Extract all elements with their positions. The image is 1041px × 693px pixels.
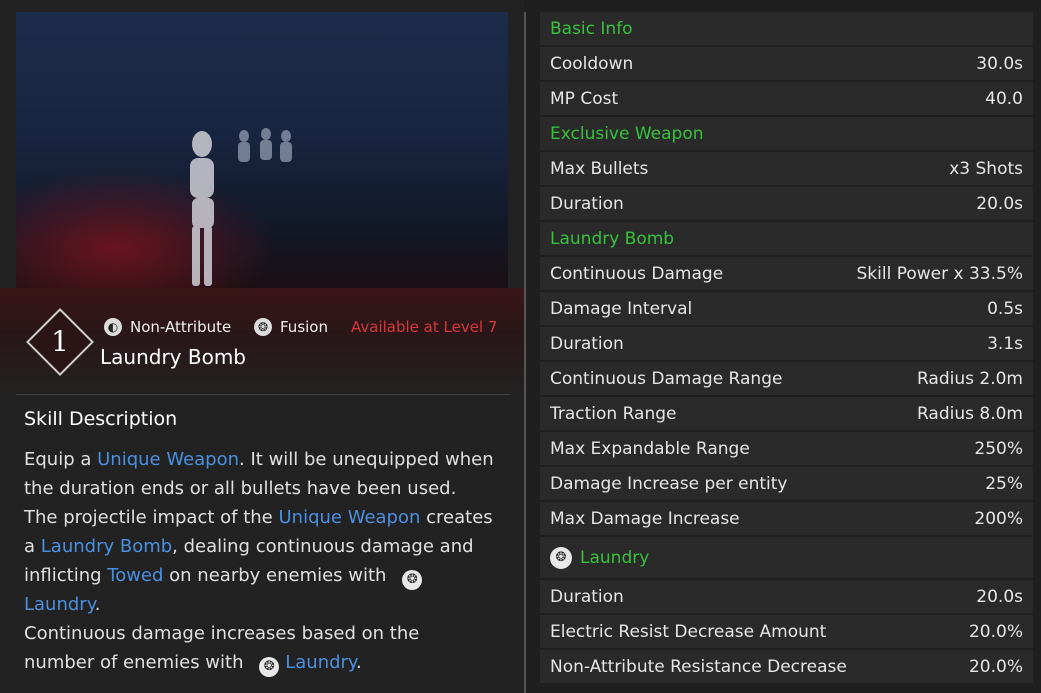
- stat-value: 20.0s: [976, 193, 1023, 214]
- desc-text: .: [356, 652, 362, 673]
- type-label: Fusion: [280, 318, 328, 336]
- stats-panel: Basic Info Cooldown 30.0s MP Cost 40.0 Exc…: [540, 12, 1033, 685]
- stat-value: 3.1s: [987, 333, 1023, 354]
- desc-text: Equip a: [24, 449, 98, 470]
- stat-row: Continuous Damage Range Radius 2.0m: [540, 362, 1033, 395]
- stat-value: Skill Power x 33.5%: [856, 263, 1023, 284]
- availability-label: Available at Level 7: [351, 318, 498, 336]
- preview-scene: [190, 128, 292, 286]
- keyword-laundry-bomb[interactable]: Laundry Bomb: [41, 536, 172, 557]
- level-number: 1: [51, 325, 69, 358]
- section-label: Laundry: [580, 547, 650, 568]
- stat-label: Continuous Damage Range: [550, 368, 783, 389]
- fusion-icon: ❂: [254, 318, 272, 336]
- keyword-laundry[interactable]: Laundry: [24, 594, 95, 615]
- desc-text: on nearby enemies with: [163, 565, 393, 586]
- laundry-icon: ❂: [550, 546, 572, 569]
- stat-label: Non-Attribute Resistance Decrease: [550, 656, 847, 677]
- stat-value: 200%: [974, 508, 1023, 529]
- stat-value: 250%: [974, 438, 1023, 459]
- panel-separator: [524, 12, 526, 693]
- stat-value: 40.0: [985, 88, 1023, 109]
- divider: [16, 394, 510, 395]
- stat-value: Radius 2.0m: [916, 368, 1023, 389]
- keyword-unique-weapon[interactable]: Unique Weapon: [278, 507, 420, 528]
- laundry-icon: ❂: [259, 657, 280, 677]
- stat-row: MP Cost 40.0: [540, 82, 1033, 115]
- type-tag: ❂ Fusion: [254, 316, 328, 338]
- description-title: Skill Description: [24, 408, 178, 430]
- stat-value: 30.0s: [976, 53, 1023, 74]
- stat-row: Damage Interval 0.5s: [540, 292, 1033, 325]
- stat-row: Max Damage Increase 200%: [540, 502, 1033, 535]
- stat-label: Damage Increase per entity: [550, 473, 788, 494]
- stat-label: Max Damage Increase: [550, 508, 740, 529]
- stat-label: Duration: [550, 586, 624, 607]
- stat-row: Electric Resist Decrease Amount 20.0%: [540, 615, 1033, 648]
- section-label: Exclusive Weapon: [550, 123, 704, 144]
- stat-value: 20.0s: [976, 586, 1023, 607]
- stat-label: Traction Range: [550, 403, 677, 424]
- stat-label: Electric Resist Decrease Amount: [550, 621, 827, 642]
- keyword-laundry[interactable]: Laundry: [285, 652, 356, 673]
- stat-label: Max Expandable Range: [550, 438, 750, 459]
- stat-label: MP Cost: [550, 88, 619, 109]
- stat-value: 20.0%: [968, 621, 1023, 642]
- skill-detail-panel: 1 ◐ Non-Attribute ❂ Fusion Available at …: [0, 0, 524, 693]
- stat-row: Duration 20.0s: [540, 580, 1033, 613]
- stat-row: Duration 3.1s: [540, 327, 1033, 360]
- attribute-label: Non-Attribute: [130, 318, 232, 336]
- stat-value: Radius 8.0m: [916, 403, 1023, 424]
- stat-label: Max Bullets: [550, 158, 649, 179]
- stat-label: Duration: [550, 193, 624, 214]
- stat-value: 25%: [985, 473, 1023, 494]
- stat-row: Damage Increase per entity 25%: [540, 467, 1033, 500]
- stat-label: Duration: [550, 333, 624, 354]
- stat-label: Damage Interval: [550, 298, 693, 319]
- keyword-unique-weapon[interactable]: Unique Weapon: [97, 449, 239, 470]
- section-laundry-bomb: Laundry Bomb: [540, 222, 1033, 255]
- stat-value: x3 Shots: [949, 158, 1023, 179]
- laundry-icon: ❂: [402, 570, 423, 590]
- stat-row: Continuous Damage Skill Power x 33.5%: [540, 257, 1033, 290]
- skill-description: Equip a Unique Weapon. It will be unequi…: [24, 445, 494, 677]
- stat-row: Traction Range Radius 8.0m: [540, 397, 1033, 430]
- stat-value: 20.0%: [968, 656, 1023, 677]
- keyword-towed[interactable]: Towed: [107, 565, 163, 586]
- stat-row: Max Bullets x3 Shots: [540, 152, 1033, 185]
- stat-row: Max Expandable Range 250%: [540, 432, 1033, 465]
- section-basic-info: Basic Info: [540, 12, 1033, 45]
- stat-row: Non-Attribute Resistance Decrease 20.0%: [540, 650, 1033, 683]
- stat-value: 0.5s: [987, 298, 1023, 319]
- desc-text: .: [94, 594, 101, 615]
- attribute-tag: ◐ Non-Attribute: [104, 316, 231, 338]
- stat-label: Cooldown: [550, 53, 634, 74]
- section-laundry: ❂ Laundry: [540, 537, 1033, 578]
- skill-name: Laundry Bomb: [100, 345, 246, 369]
- skill-preview-video[interactable]: [16, 12, 508, 288]
- section-label: Basic Info: [550, 18, 633, 39]
- stat-row: Cooldown 30.0s: [540, 47, 1033, 80]
- stat-label: Continuous Damage: [550, 263, 724, 284]
- stat-row: Duration 20.0s: [540, 187, 1033, 220]
- section-exclusive-weapon: Exclusive Weapon: [540, 117, 1033, 150]
- non-attribute-icon: ◐: [104, 318, 122, 336]
- section-label: Laundry Bomb: [550, 228, 675, 249]
